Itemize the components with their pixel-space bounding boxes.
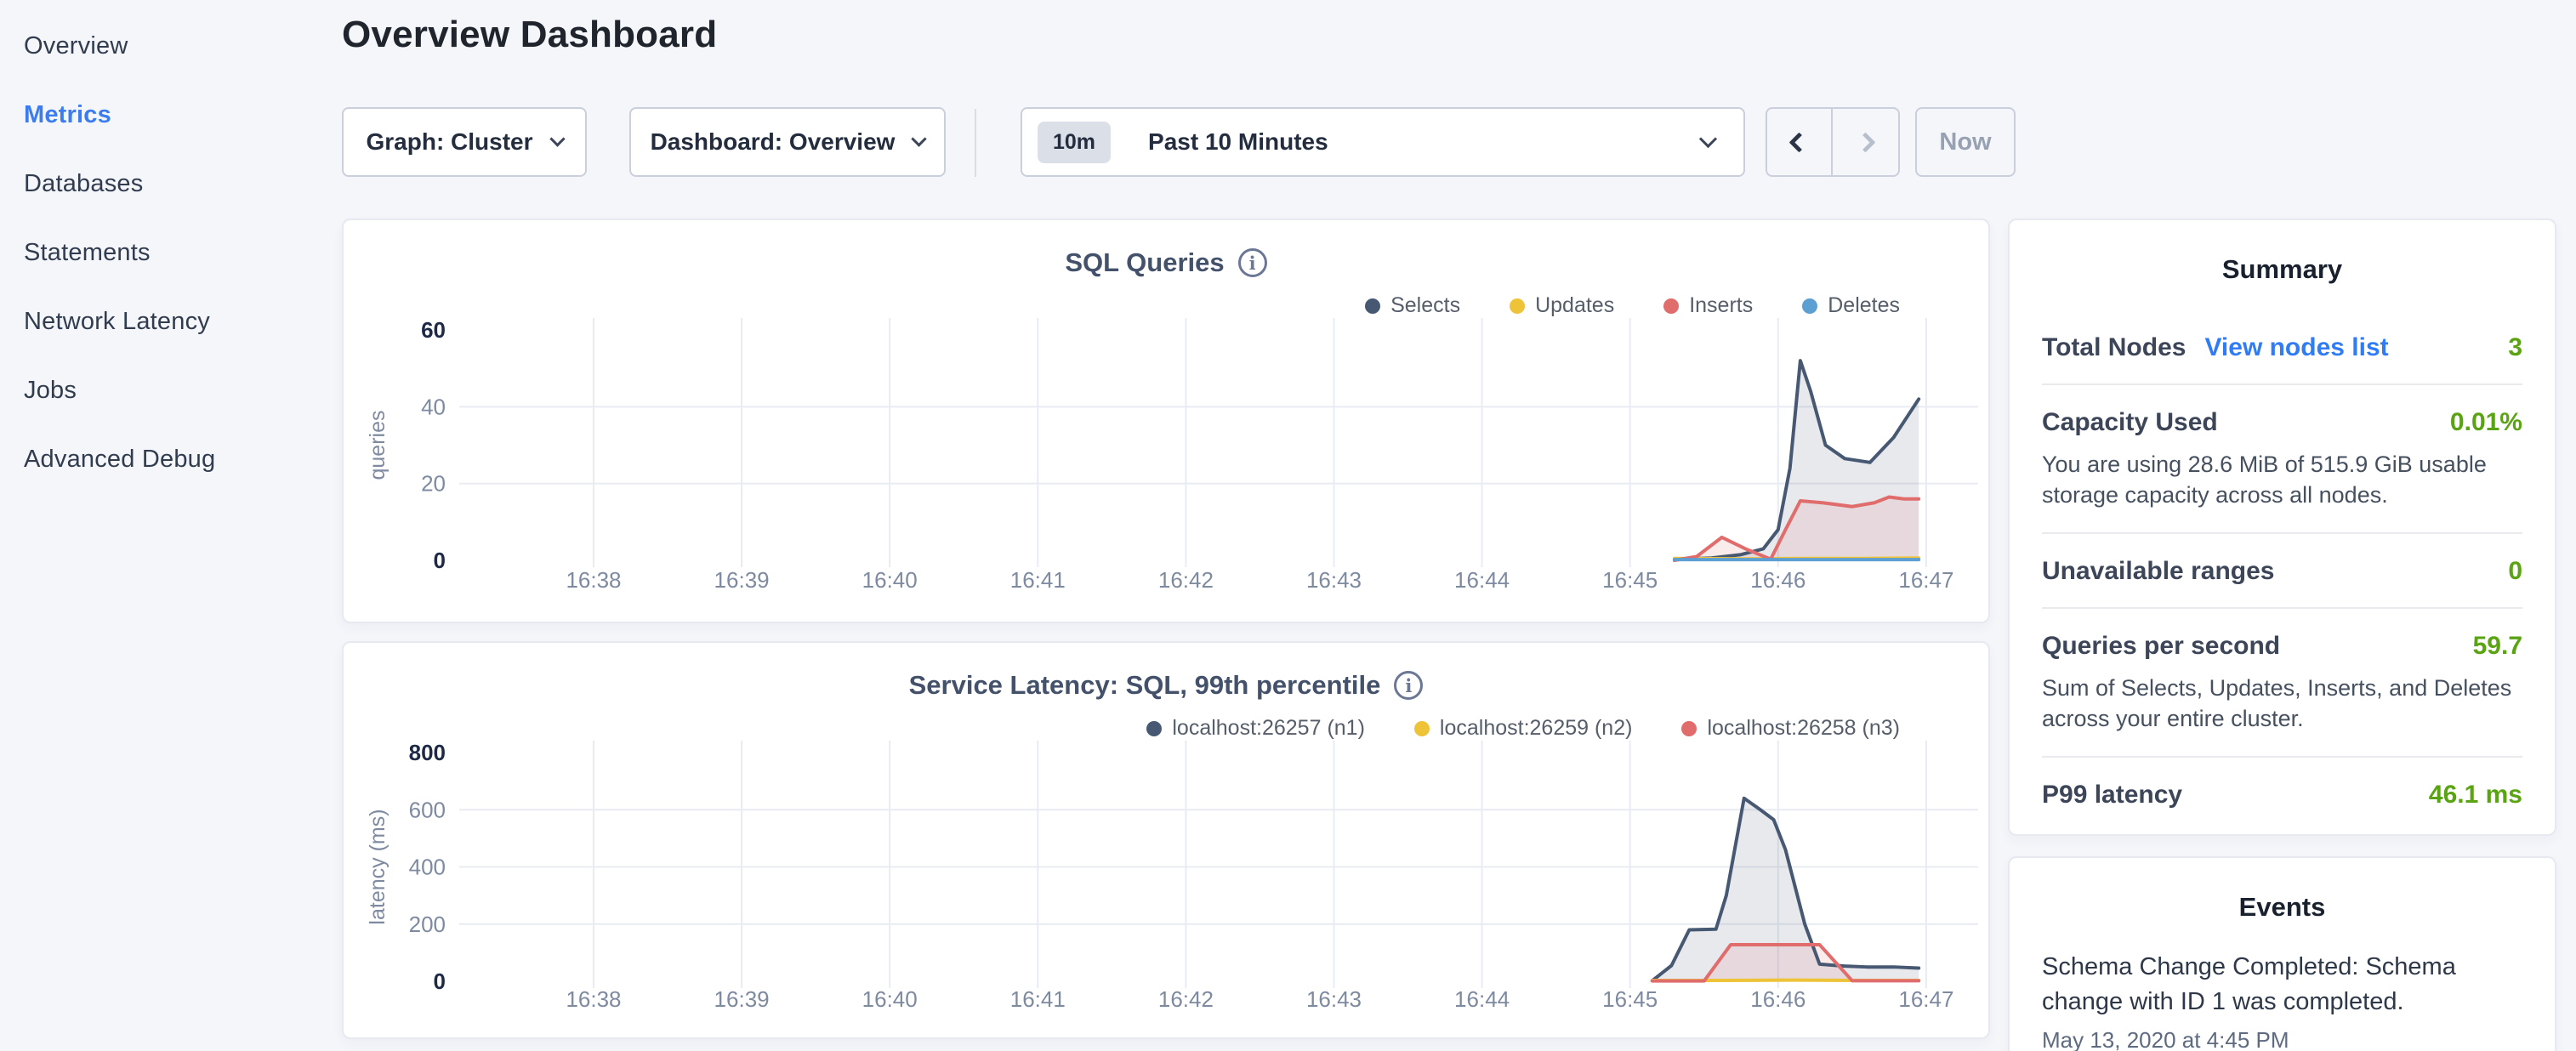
- event-timestamp: May 13, 2020 at 4:45 PM: [2042, 1027, 2522, 1051]
- page-title: Overview Dashboard: [342, 14, 717, 56]
- svg-text:20: 20: [421, 471, 446, 497]
- svg-text:0: 0: [434, 548, 446, 573]
- graph-scope-dropdown-label: Graph: Cluster: [366, 128, 532, 156]
- svg-text:16:47: 16:47: [1898, 986, 1953, 1012]
- chevron-down-icon: [549, 131, 565, 146]
- svg-text:16:38: 16:38: [566, 567, 621, 593]
- svg-text:16:42: 16:42: [1158, 986, 1214, 1012]
- svg-text:600: 600: [409, 797, 446, 822]
- summary-row-subtext: You are using 28.6 MiB of 515.9 GiB usab…: [2042, 449, 2522, 511]
- sql-queries-chart-plot[interactable]: 0 20 40 60 16:38 16:39 16:40 16:41 16:42 16:43 16:…: [344, 220, 1992, 625]
- time-step-back-button[interactable]: [1767, 109, 1833, 175]
- summary-row-capacity-used: Capacity Used 0.01% You are using 28.6 M…: [2042, 385, 2522, 534]
- svg-text:16:46: 16:46: [1750, 567, 1805, 593]
- now-button-label: Now: [1939, 128, 1991, 156]
- svg-text:16:39: 16:39: [714, 986, 770, 1012]
- service-latency-chart-plot[interactable]: 0 200 400 600 800 16:38 16:39 16:40 16:41 16:42 16…: [344, 643, 1992, 1041]
- sidebar-item-metrics[interactable]: Metrics: [24, 81, 323, 150]
- summary-panel: Summary Total Nodes View nodes list 3 Ca…: [2008, 219, 2556, 836]
- svg-text:16:46: 16:46: [1750, 986, 1805, 1012]
- svg-text:16:38: 16:38: [566, 986, 621, 1012]
- svg-text:200: 200: [409, 912, 446, 937]
- time-range-selector[interactable]: 10m Past 10 Minutes: [1021, 107, 1745, 177]
- summary-rows: Total Nodes View nodes list 3 Capacity U…: [2042, 310, 2522, 831]
- svg-text:latency (ms): latency (ms): [366, 809, 390, 924]
- sidebar: Overview Metrics Databases Statements Ne…: [0, 0, 323, 1051]
- sql-queries-chart-card: SQL Queries i SelectsUpdatesInsertsDelet…: [342, 219, 1990, 623]
- summary-row-label: Queries per second: [2042, 632, 2280, 661]
- view-nodes-list-link[interactable]: View nodes list: [2204, 333, 2388, 362]
- svg-text:16:40: 16:40: [862, 567, 918, 593]
- svg-text:16:40: 16:40: [862, 986, 918, 1012]
- summary-row-label: P99 latency: [2042, 781, 2182, 810]
- svg-text:16:41: 16:41: [1010, 567, 1066, 593]
- summary-row-queries-per-second: Queries per second 59.7 Sum of Selects, …: [2042, 609, 2522, 758]
- sidebar-item-databases[interactable]: Databases: [24, 150, 323, 219]
- dashboard-dropdown-label: Dashboard: Overview: [651, 128, 896, 156]
- svg-text:16:42: 16:42: [1158, 567, 1214, 593]
- summary-panel-title: Summary: [2042, 254, 2522, 285]
- time-range-badge: 10m: [1038, 122, 1111, 163]
- time-step-forward-button[interactable]: [1833, 109, 1898, 175]
- sidebar-item-jobs[interactable]: Jobs: [24, 356, 323, 425]
- time-range-label: Past 10 Minutes: [1148, 128, 1328, 156]
- event-text: Schema Change Completed: Schema change w…: [2042, 950, 2522, 1019]
- event-list-item[interactable]: Schema Change Completed: Schema change w…: [2042, 950, 2522, 1051]
- svg-text:16:47: 16:47: [1898, 567, 1953, 593]
- sidebar-item-advanced-debug[interactable]: Advanced Debug: [24, 425, 323, 494]
- chevron-down-icon: [912, 131, 927, 146]
- graph-scope-dropdown[interactable]: Graph: Cluster: [342, 107, 587, 177]
- chevron-left-icon: [1788, 132, 1809, 152]
- svg-text:16:44: 16:44: [1454, 567, 1510, 593]
- svg-text:0: 0: [434, 969, 446, 994]
- service-latency-chart-card: Service Latency: SQL, 99th percentile i …: [342, 641, 1990, 1039]
- svg-text:16:45: 16:45: [1602, 986, 1658, 1012]
- svg-text:40: 40: [421, 394, 446, 419]
- svg-text:60: 60: [421, 317, 446, 343]
- svg-text:400: 400: [409, 855, 446, 880]
- svg-text:16:45: 16:45: [1602, 567, 1658, 593]
- sidebar-item-overview[interactable]: Overview: [24, 12, 323, 81]
- now-button[interactable]: Now: [1915, 107, 2016, 177]
- controls-divider: [975, 109, 976, 177]
- sidebar-nav-list: Overview Metrics Databases Statements Ne…: [0, 0, 323, 494]
- summary-row-value: 59.7: [2473, 632, 2522, 661]
- svg-text:800: 800: [409, 740, 446, 765]
- svg-text:16:44: 16:44: [1454, 986, 1510, 1012]
- svg-text:16:43: 16:43: [1306, 986, 1362, 1012]
- dashboard-dropdown[interactable]: Dashboard: Overview: [629, 107, 946, 177]
- svg-text:queries: queries: [366, 411, 390, 480]
- summary-row-value: 0: [2508, 557, 2522, 586]
- summary-row-label: Unavailable ranges: [2042, 557, 2274, 586]
- events-panel-title: Events: [2042, 892, 2522, 923]
- sidebar-item-network-latency[interactable]: Network Latency: [24, 287, 323, 356]
- summary-row-subtext: Sum of Selects, Updates, Inserts, and De…: [2042, 673, 2522, 735]
- svg-text:16:41: 16:41: [1010, 986, 1066, 1012]
- time-step-buttons: [1766, 107, 1900, 177]
- chevron-right-icon: [1855, 132, 1875, 152]
- summary-row-unavailable-ranges: Unavailable ranges 0: [2042, 534, 2522, 609]
- svg-text:16:39: 16:39: [714, 567, 770, 593]
- summary-row-label: Capacity Used: [2042, 408, 2218, 437]
- svg-text:16:43: 16:43: [1306, 567, 1362, 593]
- sidebar-item-statements[interactable]: Statements: [24, 219, 323, 287]
- summary-row-p99-latency: P99 latency 46.1 ms: [2042, 758, 2522, 831]
- summary-row-value: 3: [2508, 333, 2522, 362]
- summary-row-value: 0.01%: [2450, 408, 2522, 437]
- chevron-down-icon: [1699, 129, 1717, 147]
- summary-row-label: Total Nodes: [2042, 333, 2186, 362]
- summary-row-value: 46.1 ms: [2429, 781, 2522, 810]
- summary-row-total-nodes: Total Nodes View nodes list 3: [2042, 310, 2522, 385]
- events-panel: Events Schema Change Completed: Schema c…: [2008, 856, 2556, 1051]
